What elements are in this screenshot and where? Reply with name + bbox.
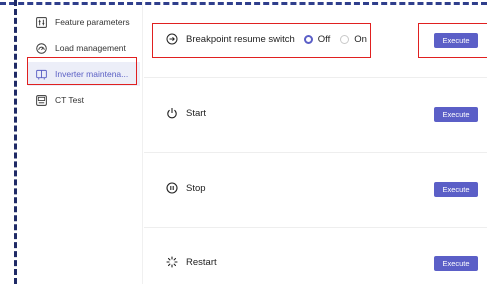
dashed-border-left bbox=[14, 0, 17, 284]
parameters-icon bbox=[36, 16, 47, 28]
execute-button-restart[interactable]: Execute bbox=[434, 256, 478, 271]
stop-row: Stop bbox=[166, 182, 206, 194]
row-divider bbox=[144, 227, 487, 228]
sidebar: Feature parameters Load management Inver… bbox=[28, 8, 140, 284]
pause-icon bbox=[166, 182, 178, 194]
execute-button-breakpoint[interactable]: Execute bbox=[434, 33, 478, 48]
execute-button-stop[interactable]: Execute bbox=[434, 182, 478, 197]
stop-label: Stop bbox=[186, 182, 206, 194]
sidebar-item-ct-test[interactable]: CT Test bbox=[28, 88, 140, 112]
sidebar-item-label: Load management bbox=[55, 43, 126, 53]
sidebar-item-label: Feature parameters bbox=[55, 17, 130, 27]
highlight-box-sidebar bbox=[27, 57, 137, 85]
highlight-box-breakpoint bbox=[152, 23, 371, 58]
panel-divider bbox=[142, 0, 143, 284]
execute-button-start[interactable]: Execute bbox=[434, 107, 478, 122]
restart-label: Restart bbox=[186, 256, 217, 268]
sidebar-item-feature-parameters[interactable]: Feature parameters bbox=[28, 10, 140, 34]
sidebar-item-label: CT Test bbox=[55, 95, 84, 105]
ct-meter-icon bbox=[36, 94, 47, 106]
row-divider bbox=[144, 77, 487, 78]
dashed-border-top bbox=[0, 0, 487, 5]
restart-row: Restart bbox=[166, 256, 217, 268]
row-divider bbox=[144, 152, 487, 153]
gauge-icon bbox=[36, 42, 47, 54]
start-row: Start bbox=[166, 107, 206, 119]
power-icon bbox=[166, 107, 178, 119]
start-label: Start bbox=[186, 107, 207, 119]
restart-spinner-icon bbox=[166, 256, 178, 268]
